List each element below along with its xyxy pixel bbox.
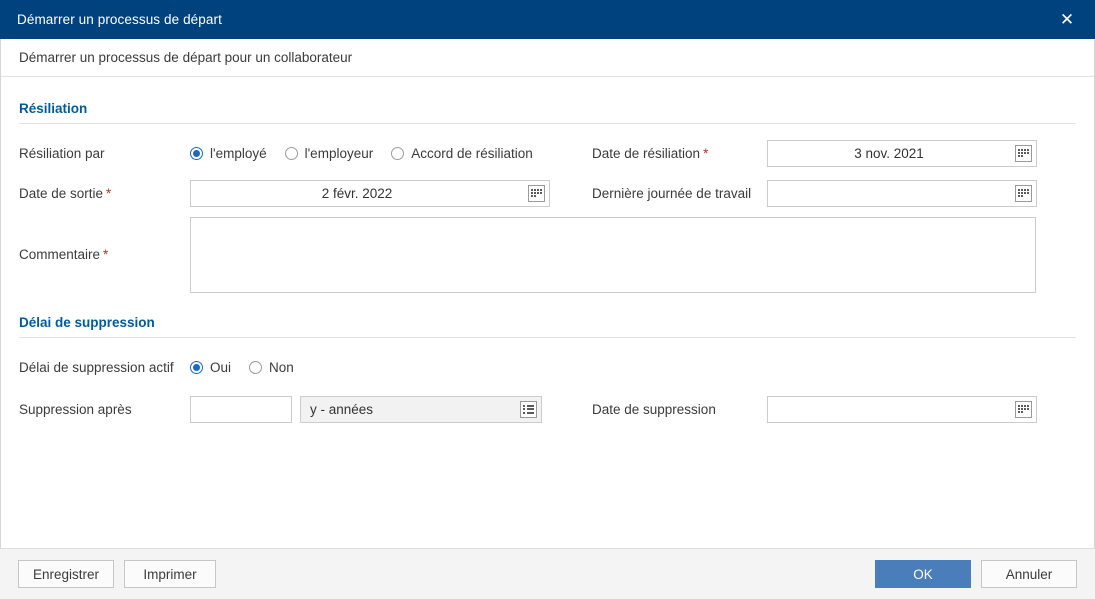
suppression-unit-value: y - années	[310, 401, 374, 417]
label-delai-actif: Délai de suppression actif	[19, 359, 174, 375]
col-delai-actif: Délai de suppression actif Oui Non	[19, 347, 592, 387]
radio-delai-oui[interactable]: Oui	[190, 360, 231, 375]
row-commentaire: Commentaire *	[19, 217, 1076, 293]
col-delai-actif-spacer	[592, 347, 1076, 387]
label-date-sortie-text: Date de sortie	[19, 185, 104, 201]
label-date-resiliation: Date de résiliation *	[592, 146, 767, 161]
radio-accord-resiliation-label: Accord de résiliation	[411, 145, 533, 161]
calendar-icon-box	[1014, 144, 1032, 162]
radio-delai-non-dot	[249, 360, 263, 374]
dialog-title: Démarrer un processus de départ	[17, 12, 222, 27]
radio-delai-non[interactable]: Non	[249, 360, 294, 375]
radio-delai-non-label: Non	[269, 359, 294, 375]
label-suppression-apres: Suppression après	[19, 401, 132, 417]
calendar-icon-grid	[1017, 404, 1029, 414]
section-title-resiliation: Résiliation	[19, 101, 88, 116]
required-marker: *	[106, 185, 112, 201]
radio-employe-label: l'employé	[210, 145, 267, 161]
calendar-icon[interactable]	[1010, 181, 1036, 206]
label-derniere-journee: Dernière journée de travail	[592, 185, 752, 201]
radio-employeur-label: l'employeur	[304, 145, 374, 161]
label-date-sortie: Date de sortie *	[19, 186, 190, 201]
dialog-titlebar: Démarrer un processus de départ ✕	[0, 0, 1095, 39]
save-button[interactable]: Enregistrer	[18, 560, 115, 588]
radio-group-resiliation-par: l'employé l'employeur Accord de résiliat…	[190, 146, 533, 161]
calendar-icon[interactable]	[1010, 141, 1036, 166]
date-sortie-field[interactable]: 2 févr. 2022	[190, 179, 550, 207]
col-date-sortie: Date de sortie * 2 févr. 2022	[19, 173, 592, 213]
list-picker-icon-lines	[522, 404, 534, 414]
row-delai-actif: Délai de suppression actif Oui Non	[19, 347, 1076, 387]
date-sortie-value: 2 févr. 2022	[321, 185, 393, 201]
calendar-icon-grid	[1017, 148, 1029, 158]
calendar-icon-grid	[530, 188, 542, 198]
radio-delai-oui-dot	[190, 360, 203, 374]
required-marker: *	[703, 145, 709, 161]
date-resiliation-value: 3 nov. 2021	[854, 145, 924, 161]
row-resiliation-par: Résiliation par l'employé l'employeur Ac…	[19, 133, 1076, 173]
cancel-button[interactable]: Annuler	[981, 560, 1077, 588]
col-derniere-journee: Dernière journée de travail	[592, 173, 1076, 213]
calendar-icon-box	[1014, 400, 1032, 418]
date-resiliation-field[interactable]: 3 nov. 2021	[767, 139, 1037, 167]
radio-delai-oui-label: Oui	[210, 359, 232, 375]
calendar-icon-box	[527, 184, 545, 202]
commentaire-textarea[interactable]	[190, 217, 1036, 293]
row-date-sortie: Date de sortie * 2 févr. 2022 Dernière jo…	[19, 173, 1076, 213]
calendar-icon-grid	[1017, 188, 1029, 198]
footer-right-actions: OK Annuler	[875, 560, 1077, 588]
label-resiliation-par: Résiliation par	[19, 145, 105, 161]
col-suppression-apres: Suppression après y - années	[19, 389, 592, 429]
label-date-suppression: Date de suppression	[592, 401, 716, 417]
radio-employeur[interactable]: l'employeur	[284, 145, 374, 161]
departure-process-dialog: Démarrer un processus de départ ✕ Démarr…	[0, 0, 1095, 599]
date-suppression-field[interactable]	[767, 395, 1037, 423]
dialog-body: Résiliation Résiliation par l'employé l'…	[1, 77, 1094, 548]
section-divider-delai-suppression	[19, 337, 1076, 338]
col-date-resiliation: Date de résiliation * 3 nov. 2021	[592, 133, 1076, 173]
col-resiliation-par: Résiliation par l'employé l'employeur Ac…	[19, 133, 592, 173]
radio-group-delai-actif: Oui Non	[190, 360, 294, 375]
suppression-apres-input[interactable]	[190, 395, 292, 423]
print-button[interactable]: Imprimer	[124, 560, 217, 588]
list-picker-icon[interactable]	[515, 397, 541, 422]
dialog-subtitle: Démarrer un processus de départ pour un …	[1, 39, 1094, 77]
row-suppression-apres: Suppression après y - années Date de sup…	[19, 389, 1076, 429]
radio-accord-resiliation-dot	[391, 146, 405, 160]
dialog-footer: Enregistrer Imprimer OK Annuler	[0, 548, 1095, 599]
calendar-icon[interactable]	[523, 181, 549, 206]
label-date-resiliation-text: Date de résiliation	[592, 145, 701, 161]
label-commentaire: Commentaire *	[19, 217, 190, 293]
radio-employeur-dot	[284, 146, 298, 160]
calendar-icon[interactable]	[1010, 397, 1036, 422]
radio-accord-resiliation[interactable]: Accord de résiliation	[391, 146, 533, 161]
close-icon[interactable]: ✕	[1053, 6, 1081, 34]
derniere-journee-field[interactable]	[767, 179, 1037, 207]
label-commentaire-text: Commentaire	[19, 247, 101, 262]
required-marker: *	[103, 247, 109, 262]
section-divider-resiliation	[19, 123, 1076, 124]
radio-employe-dot	[190, 146, 203, 160]
calendar-icon-box	[1014, 184, 1032, 202]
footer-left-actions: Enregistrer Imprimer	[18, 560, 875, 588]
suppression-unit-select[interactable]: y - années	[300, 395, 542, 423]
col-date-suppression: Date de suppression	[592, 389, 1076, 429]
ok-button[interactable]: OK	[875, 560, 971, 588]
list-picker-icon-box	[519, 400, 537, 418]
radio-employe[interactable]: l'employé	[190, 146, 267, 161]
section-title-delai-suppression: Délai de suppression	[19, 315, 155, 330]
